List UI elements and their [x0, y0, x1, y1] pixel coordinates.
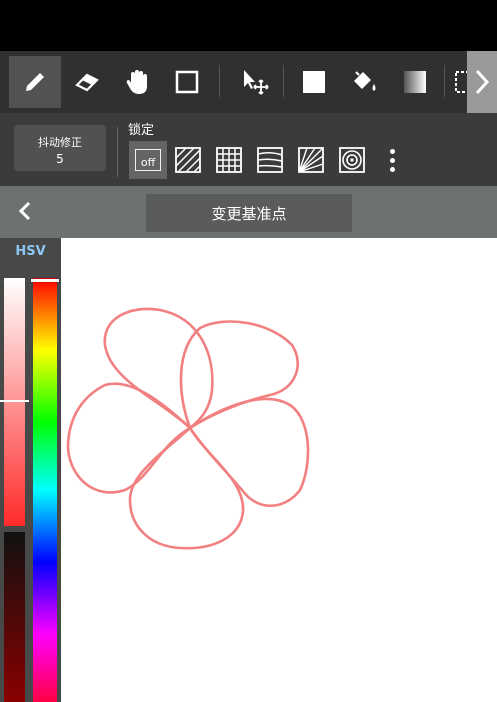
hand-icon [126, 70, 147, 94]
radial-lines-icon [298, 147, 324, 173]
main-toolbar [0, 51, 497, 113]
parallel-lines-icon [175, 147, 201, 173]
lock-title: 锁定 [128, 123, 155, 138]
lock-off-button[interactable]: off [129, 141, 167, 179]
tool-options-bar: 抖动修正 5 锁定 off [0, 113, 497, 186]
chevron-right-icon [475, 69, 490, 95]
eraser-tool[interactable] [61, 56, 113, 108]
hand-tool[interactable] [111, 56, 163, 108]
bucket-icon [354, 71, 376, 91]
grid-icon [216, 147, 242, 173]
move-icon [244, 70, 269, 95]
move-tool[interactable] [228, 56, 280, 108]
pen-icon [26, 73, 44, 91]
chevron-left-icon [18, 201, 31, 221]
hsv-tab[interactable]: HSV [0, 238, 61, 265]
saturation-slider[interactable] [4, 278, 25, 526]
curved-lines-icon [257, 147, 283, 173]
lock-grid-button[interactable] [210, 141, 248, 179]
square-icon [175, 70, 199, 94]
status-bar [0, 0, 497, 51]
eraser-icon [75, 73, 99, 92]
stabilizer-button[interactable]: 抖动修正 5 [14, 125, 106, 171]
back-button[interactable] [12, 196, 38, 226]
value-slider[interactable] [4, 532, 25, 702]
toolbar-divider [283, 65, 284, 97]
gradient-icon [404, 71, 426, 93]
lock-off-label: off [135, 149, 161, 171]
toolbar-scroll-right[interactable] [467, 51, 497, 113]
fill-shape-tool[interactable] [288, 56, 340, 108]
shape-tool[interactable] [161, 56, 213, 108]
toolbar-divider [219, 65, 220, 97]
flower-drawing [66, 307, 310, 550]
bucket-tool[interactable] [338, 56, 390, 108]
options-divider [117, 127, 118, 177]
fill-square-icon [303, 71, 325, 93]
concentric-circles-icon [339, 147, 365, 173]
gradient-tool[interactable] [389, 56, 441, 108]
hue-slider[interactable] [33, 278, 57, 702]
lock-radial-button[interactable] [292, 141, 330, 179]
saturation-slider-handle[interactable] [0, 400, 29, 402]
change-pivot-button[interactable]: 变更基准点 [146, 194, 352, 232]
color-panel: HSV [0, 238, 61, 702]
toolbar-divider [444, 65, 445, 97]
pen-tool[interactable] [9, 56, 61, 108]
lock-parallel-button[interactable] [169, 141, 207, 179]
more-options-icon[interactable] [386, 149, 398, 177]
hue-slider-handle[interactable] [31, 279, 59, 282]
lock-curve-button[interactable] [251, 141, 289, 179]
lock-concentric-button[interactable] [333, 141, 371, 179]
sub-action-bar: 变更基准点 [0, 186, 497, 238]
stabilizer-label: 抖动修正 [38, 136, 82, 149]
stabilizer-value: 5 [56, 152, 64, 166]
